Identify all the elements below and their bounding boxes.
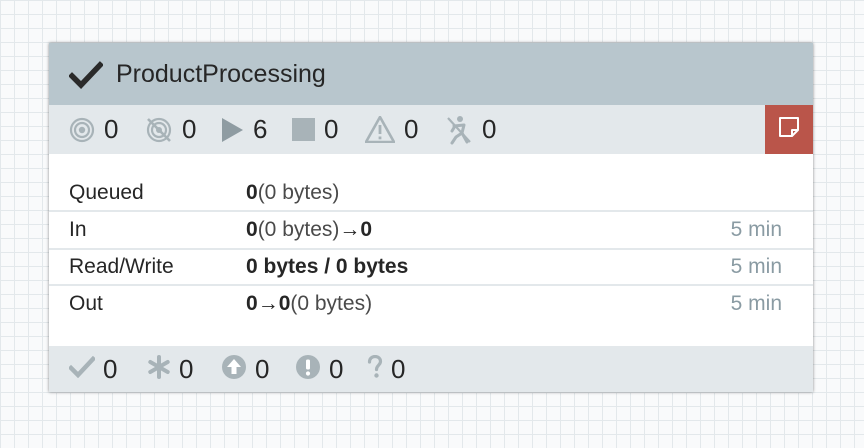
queued-count: 0 — [246, 181, 258, 204]
disabled-icon — [445, 115, 473, 145]
comments-button[interactable] — [765, 105, 813, 154]
version-control-bar: 0 0 0 0 0 — [49, 346, 813, 392]
stats-row-in: In 0 (0 bytes) → 0 5 min — [49, 212, 813, 250]
in-label: In — [69, 218, 87, 241]
invalid-count: 0 — [404, 114, 419, 144]
stale-status: 0 — [221, 346, 269, 392]
out-timeframe: 5 min — [730, 291, 782, 315]
stats-table: Queued 0 (0 bytes) In 0 (0 bytes) → 0 5 … — [49, 176, 813, 321]
modified-and-stale-status: 0 — [295, 346, 343, 392]
read-write-bytes: 0 bytes / 0 bytes — [246, 255, 409, 278]
transmitting-count: 0 — [104, 114, 119, 144]
stats-row-out: Out 0 → 0 (0 bytes) 5 min — [49, 286, 813, 321]
running-status: 6 — [220, 105, 267, 154]
in-ports: 0 — [360, 218, 373, 241]
sticky-note-icon — [778, 116, 800, 143]
read-write-label: Read/Write — [69, 255, 174, 278]
invalid-status: 0 — [365, 105, 418, 154]
up-to-date-count: 0 — [103, 353, 118, 384]
in-count: 0 — [246, 218, 258, 241]
stats-row-read-write: Read/Write 0 bytes / 0 bytes 5 min — [49, 250, 813, 286]
running-count: 6 — [253, 114, 268, 144]
in-value: 0 (0 bytes) → 0 — [246, 212, 372, 248]
in-size: (0 bytes) — [257, 218, 340, 241]
stale-count: 0 — [255, 353, 270, 384]
out-value: 0 → 0 (0 bytes) — [246, 286, 372, 321]
not-transmitting-icon — [145, 116, 173, 144]
in-arrow: → — [339, 218, 361, 241]
out-size: (0 bytes) — [290, 291, 373, 315]
process-group[interactable]: ProductProcessing 0 0 6 0 0 0 Queued 0 (… — [49, 43, 813, 392]
out-ports: 0 — [246, 291, 258, 315]
question-icon — [367, 354, 383, 384]
transmitting-status: 0 — [69, 105, 118, 154]
out-label: Out — [69, 291, 103, 315]
check-icon — [67, 355, 97, 383]
stats-row-queued: Queued 0 (0 bytes) — [49, 176, 813, 212]
out-count: 0 — [278, 291, 291, 315]
sync-failure-status: 0 — [367, 346, 405, 392]
up-to-date-status: 0 — [67, 346, 118, 392]
warning-icon — [365, 116, 395, 143]
arrow-circle-up-icon — [221, 354, 247, 385]
process-group-header[interactable]: ProductProcessing — [49, 43, 813, 105]
stopped-status: 0 — [292, 105, 338, 154]
disabled-count: 0 — [482, 114, 497, 144]
checkmark-icon — [68, 61, 104, 94]
transmitting-icon — [69, 117, 95, 143]
run-status-bar: 0 0 6 0 0 0 — [49, 105, 813, 154]
out-arrow: → — [257, 291, 279, 315]
read-write-timeframe: 5 min — [730, 255, 782, 278]
queued-size: (0 bytes) — [257, 181, 340, 204]
stop-icon — [292, 118, 315, 141]
modified-and-stale-count: 0 — [329, 353, 344, 384]
not-transmitting-count: 0 — [182, 114, 197, 144]
sync-failure-count: 0 — [391, 353, 406, 384]
locally-modified-count: 0 — [179, 353, 194, 384]
exclamation-circle-icon — [295, 354, 321, 385]
locally-modified-status: 0 — [147, 346, 193, 392]
stopped-count: 0 — [324, 114, 339, 144]
read-write-value: 0 bytes / 0 bytes — [246, 250, 408, 284]
queued-label: Queued — [69, 181, 144, 204]
not-transmitting-status: 0 — [145, 105, 196, 154]
disabled-status: 0 — [445, 105, 496, 154]
asterisk-icon — [147, 354, 171, 384]
process-group-name: ProductProcessing — [116, 60, 326, 88]
in-timeframe: 5 min — [730, 218, 782, 241]
queued-value: 0 (0 bytes) — [246, 176, 339, 210]
play-icon — [220, 117, 244, 143]
